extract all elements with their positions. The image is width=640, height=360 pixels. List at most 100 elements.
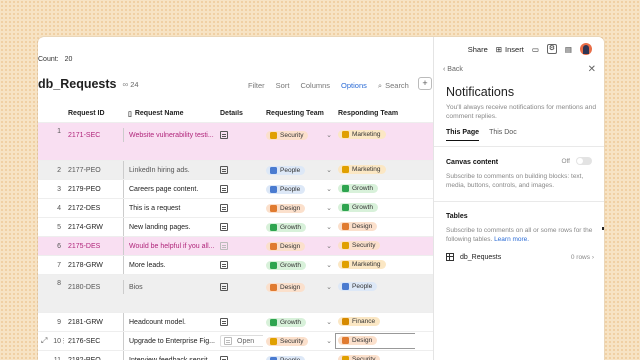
search-button[interactable]: ⌕ Search bbox=[378, 81, 409, 91]
responding-team-cell[interactable]: Design bbox=[335, 222, 415, 232]
details-cell[interactable] bbox=[218, 185, 263, 193]
document-icon[interactable] bbox=[220, 261, 228, 269]
requesting-team-cell[interactable]: Security ⌄ bbox=[263, 128, 335, 142]
request-id-cell[interactable]: 2174-GRW bbox=[66, 224, 123, 231]
table-row[interactable]: 7 2178-GRW More leads. Growth ⌄ Marketin… bbox=[38, 255, 433, 274]
filter-button[interactable]: Filter bbox=[248, 81, 265, 91]
open-button[interactable]: Open bbox=[220, 335, 263, 347]
details-cell[interactable] bbox=[218, 242, 263, 250]
chevron-down-icon[interactable]: ⌄ bbox=[326, 223, 332, 231]
table-row[interactable]: 6 2175-DES Would be helpful if you all..… bbox=[38, 236, 433, 255]
details-cell[interactable] bbox=[218, 356, 263, 360]
table-row[interactable]: 11 2182-PEO Interview feedback sensit...… bbox=[38, 350, 433, 360]
chevron-down-icon[interactable]: ⌄ bbox=[326, 261, 332, 269]
col-header-requesting-team[interactable]: Requesting Team bbox=[263, 110, 335, 117]
chevron-down-icon[interactable]: ⌄ bbox=[326, 242, 332, 250]
share-button[interactable]: Share bbox=[468, 45, 488, 54]
document-icon[interactable] bbox=[220, 185, 228, 193]
requesting-team-cell[interactable]: People ⌄ bbox=[263, 184, 335, 194]
responding-team-cell[interactable]: Marketing bbox=[335, 260, 415, 270]
table-row[interactable]: 3 2179-PEO Careers page content. People … bbox=[38, 179, 433, 198]
request-id-cell[interactable]: 2172-DES bbox=[66, 205, 123, 212]
request-name-cell[interactable]: New landing pages. bbox=[123, 218, 218, 236]
responding-team-cell[interactable]: Marketing bbox=[335, 165, 415, 175]
requesting-team-cell[interactable]: Growth ⌄ bbox=[263, 260, 335, 270]
columns-button[interactable]: Columns bbox=[300, 81, 330, 91]
document-icon[interactable] bbox=[220, 283, 228, 291]
learn-more-link[interactable]: Learn more. bbox=[494, 236, 529, 243]
chevron-down-icon[interactable]: ⌄ bbox=[326, 337, 332, 345]
tab-this-page[interactable]: This Page bbox=[446, 129, 480, 141]
chevron-down-icon[interactable]: ⌄ bbox=[326, 318, 332, 326]
requesting-team-cell[interactable]: Design ⌄ bbox=[263, 241, 335, 251]
add-comment-button[interactable]: + bbox=[418, 77, 432, 90]
options-button[interactable]: Options bbox=[341, 81, 367, 91]
drag-handle-icon[interactable]: ⋮⋮ bbox=[60, 337, 74, 345]
document-icon[interactable] bbox=[220, 223, 228, 231]
request-id-cell[interactable]: 2178-GRW bbox=[66, 262, 123, 269]
chevron-down-icon[interactable]: ⌄ bbox=[326, 204, 332, 212]
responding-team-cell[interactable]: Finance bbox=[335, 317, 415, 327]
chevron-down-icon[interactable]: ⌄ bbox=[326, 166, 332, 174]
request-name-cell[interactable]: This is a request bbox=[123, 199, 218, 217]
requesting-team-cell[interactable]: Design ⌄ bbox=[263, 280, 335, 294]
bell-icon[interactable]: ▤ bbox=[565, 45, 572, 54]
request-name-cell[interactable]: Bios bbox=[123, 280, 218, 294]
requesting-team-cell[interactable]: Security ⌄ bbox=[263, 336, 335, 346]
col-header-request-id[interactable]: Request ID bbox=[66, 110, 123, 117]
request-name-cell[interactable]: Would be helpful if you all... bbox=[123, 237, 218, 255]
table-row[interactable]: 8 2180-DES Bios Design ⌄ People bbox=[38, 274, 433, 312]
tab-this-doc[interactable]: This Doc bbox=[489, 129, 517, 141]
table-row[interactable]: ⤢ ⋮⋮ 10 2176-SEC Upgrade to Enterprise Fi… bbox=[38, 331, 433, 350]
table-row[interactable]: 5 2174-GRW New landing pages. Growth ⌄ D… bbox=[38, 217, 433, 236]
requesting-team-cell[interactable]: Growth ⌄ bbox=[263, 317, 335, 327]
request-name-cell[interactable]: Careers page content. bbox=[123, 180, 218, 198]
responding-team-cell[interactable]: Marketing bbox=[335, 128, 415, 142]
sort-button[interactable]: Sort bbox=[276, 81, 290, 91]
table-row[interactable]: 9 2181-GRW Headcount model. Growth ⌄ Fin… bbox=[38, 312, 433, 331]
responding-team-cell[interactable]: Design bbox=[335, 333, 415, 349]
table-row[interactable]: 1 2171-SEC Website vulnerability testi..… bbox=[38, 122, 433, 160]
link-icon[interactable]: ∞ bbox=[123, 80, 129, 89]
chevron-down-icon[interactable]: ⌄ bbox=[326, 283, 332, 291]
request-name-cell[interactable]: Website vulnerability testi... bbox=[123, 128, 218, 142]
request-id-cell[interactable]: 2176-SEC bbox=[66, 338, 123, 345]
request-id-cell[interactable]: 2181-GRW bbox=[66, 319, 123, 326]
requesting-team-cell[interactable]: Growth ⌄ bbox=[263, 222, 335, 232]
request-name-cell[interactable]: Interview feedback sensit... bbox=[123, 351, 218, 360]
document-icon[interactable] bbox=[220, 204, 228, 212]
details-cell[interactable] bbox=[218, 128, 263, 142]
canvas-toggle[interactable] bbox=[576, 157, 592, 165]
details-cell[interactable] bbox=[218, 318, 263, 326]
requesting-team-cell[interactable]: People ⌄ bbox=[263, 165, 335, 175]
expand-row-icon[interactable]: ⤢ bbox=[41, 336, 47, 346]
responding-team-cell[interactable]: Security bbox=[335, 355, 415, 360]
table-row[interactable]: 4 2172-DES This is a request Design ⌄ Gr… bbox=[38, 198, 433, 217]
col-header-details[interactable]: Details bbox=[218, 110, 263, 117]
request-id-cell[interactable]: 2180-DES bbox=[66, 280, 123, 294]
details-cell[interactable] bbox=[218, 166, 263, 174]
requesting-team-cell[interactable]: Design ⌄ bbox=[263, 203, 335, 213]
responding-team-cell[interactable]: Security bbox=[335, 241, 415, 251]
responding-team-cell[interactable]: Growth bbox=[335, 184, 415, 194]
comment-icon[interactable]: ▭ bbox=[532, 45, 539, 54]
document-icon[interactable] bbox=[220, 242, 228, 250]
request-id-cell[interactable]: 2175-DES bbox=[66, 243, 123, 250]
request-id-cell[interactable]: 2182-PEO bbox=[66, 357, 123, 360]
details-cell[interactable]: Open bbox=[218, 335, 263, 347]
col-header-request-name[interactable]: ▯ Request Name bbox=[123, 105, 218, 122]
document-icon[interactable] bbox=[220, 166, 228, 174]
request-id-cell[interactable]: 2171-SEC bbox=[66, 128, 123, 142]
table-subscription-item[interactable]: db_Requests 0 rows › bbox=[446, 253, 594, 261]
responding-team-cell[interactable]: People bbox=[335, 280, 415, 294]
table-row[interactable]: 2 2177-PEO LinkedIn hiring ads. People ⌄… bbox=[38, 160, 433, 179]
back-button[interactable]: ‹ Back bbox=[443, 66, 463, 73]
close-icon[interactable]: ✕ bbox=[588, 64, 596, 75]
details-cell[interactable] bbox=[218, 204, 263, 212]
document-icon[interactable] bbox=[220, 356, 228, 360]
gear-icon[interactable]: ⚙ bbox=[546, 44, 557, 54]
chevron-down-icon[interactable]: ⌄ bbox=[326, 185, 332, 193]
col-header-responding-team[interactable]: Responding Team bbox=[335, 110, 415, 117]
request-name-cell[interactable]: Upgrade to Enterprise Fig... bbox=[123, 332, 218, 350]
chevron-down-icon[interactable]: ⌄ bbox=[326, 356, 332, 360]
